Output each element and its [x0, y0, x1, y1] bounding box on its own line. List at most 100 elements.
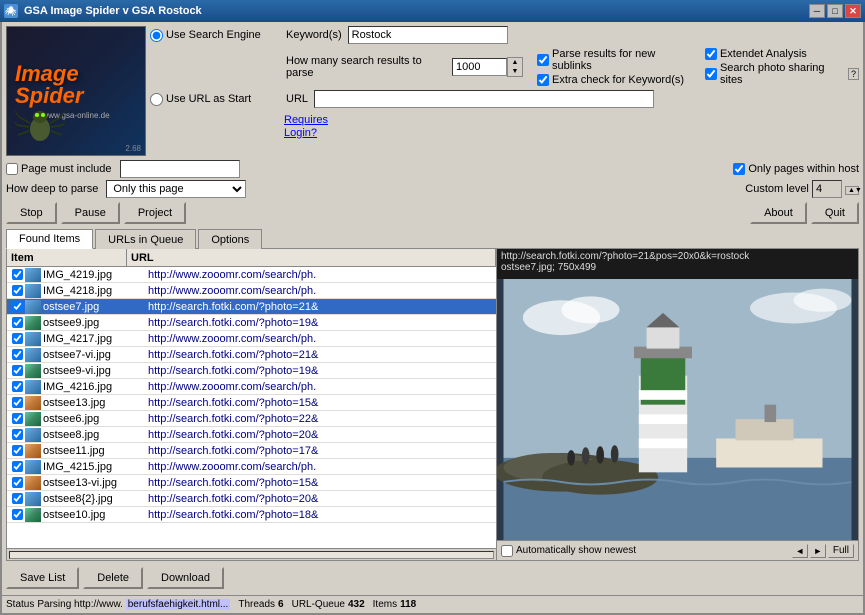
list-row[interactable]: ostsee11.jpg http://search.fotki.com/?ph… [7, 443, 496, 459]
full-button[interactable]: Full [828, 544, 854, 558]
row-checkbox-wrapper[interactable] [9, 347, 25, 363]
list-scrollbar[interactable] [7, 548, 496, 560]
delete-button[interactable]: Delete [83, 567, 143, 589]
row-checkbox[interactable] [12, 493, 23, 504]
about-button[interactable]: About [750, 202, 807, 224]
list-row[interactable]: ostsee6.jpg http://search.fotki.com/?pho… [7, 411, 496, 427]
row-checkbox-wrapper[interactable] [9, 395, 25, 411]
list-body[interactable]: IMG_4219.jpg http://www.zooomr.com/searc… [7, 267, 496, 548]
list-row[interactable]: ostsee13.jpg http://search.fotki.com/?ph… [7, 395, 496, 411]
url-radio-label[interactable]: Use URL as Start [150, 93, 280, 106]
list-row[interactable]: ostsee13-vi.jpg http://search.fotki.com/… [7, 475, 496, 491]
url-input[interactable] [314, 90, 654, 108]
list-row[interactable]: IMG_4217.jpg http://www.zooomr.com/searc… [7, 331, 496, 347]
project-button[interactable]: Project [124, 202, 186, 224]
save-list-button[interactable]: Save List [6, 567, 79, 589]
row-checkbox[interactable] [12, 477, 23, 488]
requires-link[interactable]: Requires [284, 114, 328, 126]
spin-up-button[interactable]: ▲ [508, 58, 522, 67]
row-checkbox-wrapper[interactable] [9, 507, 25, 523]
row-checkbox-wrapper[interactable] [9, 331, 25, 347]
row-checkbox[interactable] [12, 349, 23, 360]
row-checkbox[interactable] [12, 429, 23, 440]
row-checkbox[interactable] [12, 285, 23, 296]
close-button[interactable]: ✕ [845, 4, 861, 18]
row-checkbox[interactable] [12, 301, 23, 312]
keyword-input[interactable] [348, 26, 508, 44]
row-checkbox-wrapper[interactable] [9, 443, 25, 459]
minimize-button[interactable]: ─ [809, 4, 825, 18]
search-photo-label[interactable]: Search photo sharing sites ? [705, 62, 859, 86]
list-row[interactable]: ostsee7-vi.jpg http://search.fotki.com/?… [7, 347, 496, 363]
tab-options[interactable]: Options [198, 229, 262, 249]
right-checkboxes-1: Parse results for new sublinks Extra che… [537, 48, 691, 86]
row-checkbox[interactable] [12, 365, 23, 376]
row-checkbox-wrapper[interactable] [9, 459, 25, 475]
horizontal-scrollbar[interactable] [9, 551, 494, 559]
parse-sublinks-checkbox[interactable] [537, 54, 549, 66]
only-pages-text: Only pages within host [748, 163, 859, 175]
row-checkbox[interactable] [12, 333, 23, 344]
list-row[interactable]: IMG_4219.jpg http://www.zooomr.com/searc… [7, 267, 496, 283]
auto-show-checkbox[interactable] [501, 545, 513, 557]
url-radio[interactable] [150, 93, 163, 106]
photo-help-icon[interactable]: ? [848, 68, 859, 80]
stop-button[interactable]: Stop [6, 202, 57, 224]
page-must-include-label[interactable]: Page must include [6, 163, 112, 175]
row-checkbox-wrapper[interactable] [9, 283, 25, 299]
maximize-button[interactable]: □ [827, 4, 843, 18]
pause-button[interactable]: Pause [61, 202, 120, 224]
only-pages-checkbox[interactable] [733, 163, 745, 175]
row-checkbox[interactable] [12, 397, 23, 408]
list-row[interactable]: IMG_4216.jpg http://www.zooomr.com/searc… [7, 379, 496, 395]
row-checkbox[interactable] [12, 445, 23, 456]
search-photo-checkbox[interactable] [705, 68, 717, 80]
search-engine-radio-label[interactable]: Use Search Engine [150, 29, 280, 42]
spin-down-button[interactable]: ▼ [508, 67, 522, 76]
download-button[interactable]: Download [147, 567, 224, 589]
custom-level-input[interactable] [812, 180, 842, 198]
list-row[interactable]: ostsee10.jpg http://search.fotki.com/?ph… [7, 507, 496, 523]
row-checkbox-wrapper[interactable] [9, 379, 25, 395]
row-checkbox-wrapper[interactable] [9, 315, 25, 331]
auto-show-label[interactable]: Automatically show newest [501, 545, 636, 557]
row-checkbox-wrapper[interactable] [9, 475, 25, 491]
row-checkbox-wrapper[interactable] [9, 411, 25, 427]
list-row[interactable]: ostsee7.jpg http://search.fotki.com/?pho… [7, 299, 496, 315]
row-checkbox-wrapper[interactable] [9, 267, 25, 283]
row-checkbox[interactable] [12, 381, 23, 392]
login-link[interactable]: Login? [284, 127, 328, 139]
list-row[interactable]: ostsee8{2}.jpg http://search.fotki.com/?… [7, 491, 496, 507]
row-checkbox[interactable] [12, 509, 23, 520]
row-checkbox[interactable] [12, 461, 23, 472]
only-pages-check-label[interactable]: Only pages within host [733, 163, 859, 175]
page-must-include-input[interactable] [120, 160, 240, 178]
tab-found-items[interactable]: Found Items [6, 229, 93, 249]
prev-button[interactable]: ◄ [792, 544, 808, 558]
quit-button[interactable]: Quit [811, 202, 859, 224]
depth-select[interactable]: Only this page 1 level deep 2 levels dee… [106, 180, 246, 198]
custom-level-spin[interactable]: ▲▼ [845, 186, 859, 195]
extra-check-checkbox[interactable] [537, 74, 549, 86]
next-button[interactable]: ► [810, 544, 826, 558]
search-engine-radio[interactable] [150, 29, 163, 42]
row-checkbox[interactable] [12, 413, 23, 424]
row-checkbox[interactable] [12, 317, 23, 328]
row-checkbox[interactable] [12, 269, 23, 280]
extra-check-label[interactable]: Extra check for Keyword(s) [537, 74, 691, 86]
extended-analysis-label[interactable]: Extendet Analysis [705, 48, 859, 60]
list-row[interactable]: ostsee8.jpg http://search.fotki.com/?pho… [7, 427, 496, 443]
list-row[interactable]: ostsee9-vi.jpg http://search.fotki.com/?… [7, 363, 496, 379]
row-checkbox-wrapper[interactable] [9, 299, 25, 315]
page-must-include-checkbox[interactable] [6, 163, 18, 175]
row-checkbox-wrapper[interactable] [9, 427, 25, 443]
row-checkbox-wrapper[interactable] [9, 363, 25, 379]
list-row[interactable]: IMG_4218.jpg http://www.zooomr.com/searc… [7, 283, 496, 299]
list-row[interactable]: ostsee9.jpg http://search.fotki.com/?pho… [7, 315, 496, 331]
row-checkbox-wrapper[interactable] [9, 491, 25, 507]
tab-urls-queue[interactable]: URLs in Queue [95, 229, 196, 249]
parse-sublinks-label[interactable]: Parse results for new sublinks [537, 48, 691, 72]
results-count-input[interactable] [452, 58, 507, 76]
extended-analysis-checkbox[interactable] [705, 48, 717, 60]
list-row[interactable]: IMG_4215.jpg http://www.zooomr.com/searc… [7, 459, 496, 475]
